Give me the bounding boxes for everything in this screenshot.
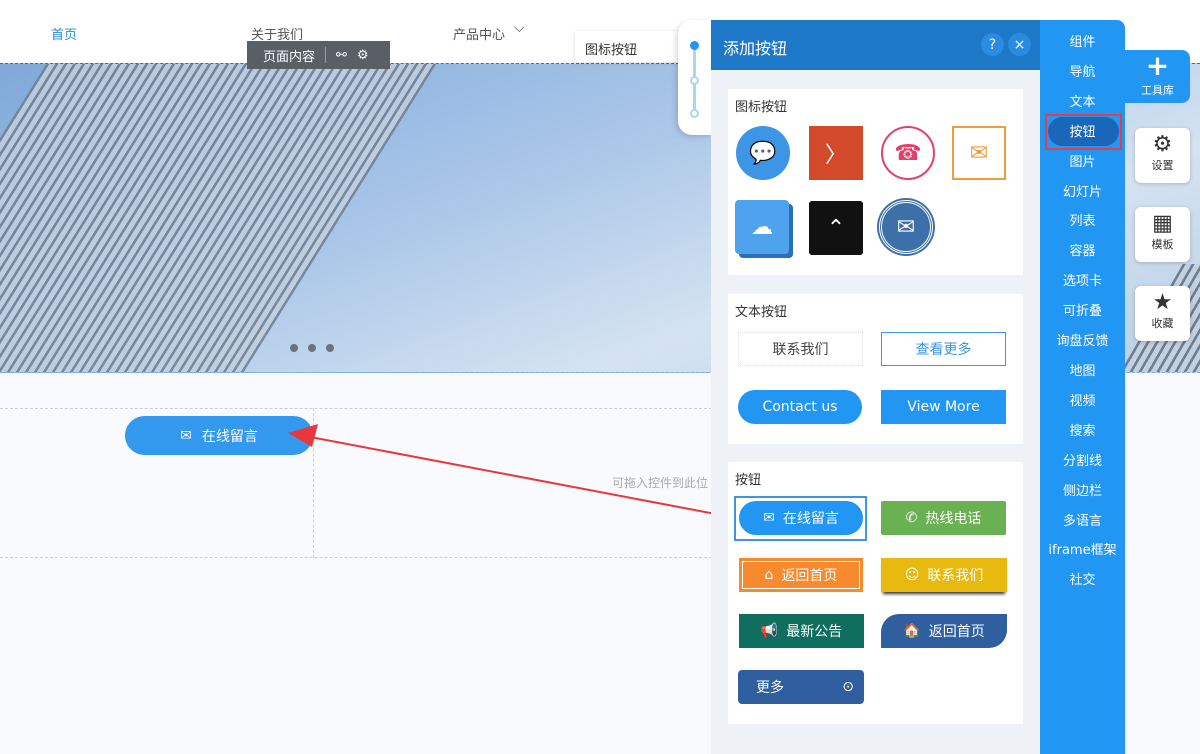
back-home-button-2[interactable]: 🏠 返回首页	[881, 614, 1007, 648]
open-mail-icon[interactable]: ✉	[879, 200, 933, 254]
phone-icon: ✆	[905, 510, 918, 526]
help-icon[interactable]: ?	[981, 33, 1004, 56]
toolbox-label: 工具库	[1141, 84, 1174, 97]
label: 更多	[756, 680, 784, 696]
sidebar-item-list[interactable]: 列表	[1040, 210, 1125, 229]
label: 设置	[1151, 159, 1174, 172]
label: 返回首页	[928, 624, 985, 640]
house-icon: 🏠	[903, 623, 921, 639]
chevron-right-icon[interactable]: 〉	[809, 126, 863, 180]
icon-buttons-section: 图标按钮 💬 〉 ☎ ✉ ☁ ⌃ ✉	[728, 89, 1023, 275]
chat-icon[interactable]: 💬	[736, 126, 790, 180]
text-button-contact[interactable]: 联系我们	[738, 332, 863, 366]
section-title: 图标按钮	[735, 100, 788, 115]
sidebar-item-button[interactable]: 按钮	[1040, 121, 1125, 140]
component-sidebar: 组件 导航 文本 按钮 图片 幻灯片 列表 容器 选项卡 可折叠 询盘反馈 地图…	[1040, 20, 1125, 754]
sidebar-item-slideshow[interactable]: 幻灯片	[1040, 181, 1125, 200]
online-message-template[interactable]: ✉ 在线留言	[739, 501, 863, 535]
hotline-button[interactable]: ✆ 热线电话	[881, 501, 1006, 535]
settings-button[interactable]: ⚙ 设置	[1135, 128, 1190, 183]
more-button[interactable]: 更多 ⊙	[738, 670, 864, 704]
buttons-section: 按钮 ✉ 在线留言 ✆ 热线电话 ⌂ 返回首页 ☺ 联系我们 📢 最新公告 🏠 返回首页 更…	[728, 462, 1023, 724]
template-button[interactable]: ▦ 模板	[1135, 207, 1190, 262]
sidebar-item-text[interactable]: 文本	[1040, 91, 1125, 110]
label: 热线电话	[925, 511, 982, 527]
label: 联系我们	[927, 568, 984, 584]
sidebar-item-tabs[interactable]: 选项卡	[1040, 270, 1125, 289]
toolbox-tab[interactable]: + 工具库	[1125, 50, 1190, 103]
gears-icon: ⚙	[1152, 132, 1173, 157]
sidebar-item-search[interactable]: 搜索	[1040, 420, 1125, 439]
label: 在线留言	[782, 511, 839, 527]
add-button-panel: 添加按钮 ? × 图标按钮 💬 〉 ☎ ✉ ☁ ⌃ ✉ 文本按钮 联系我们 查看…	[711, 20, 1041, 754]
sidebar-item-sidebar[interactable]: 侧边栏	[1040, 480, 1125, 499]
megaphone-icon: 📢	[760, 623, 779, 639]
view-more-button[interactable]: View More	[881, 390, 1006, 424]
label: 模板	[1151, 238, 1174, 251]
sidebar-item-collapsible[interactable]: 可折叠	[1040, 300, 1125, 319]
text-button-more[interactable]: 查看更多	[881, 332, 1006, 366]
cloud-download-icon[interactable]: ☁	[735, 200, 789, 254]
sidebar-item-inquiry[interactable]: 询盘反馈	[1040, 330, 1125, 349]
grid-icon: ▦	[1152, 211, 1173, 236]
mail-icon: ✉	[763, 510, 775, 526]
play-circle-icon: ⊙	[842, 679, 854, 695]
zoom-slider[interactable]	[678, 20, 712, 135]
favorites-button[interactable]: ★ 收藏	[1135, 286, 1190, 341]
sidebar-item-components[interactable]: 组件	[1040, 31, 1125, 50]
section-title: 按钮	[735, 473, 762, 488]
sidebar-item-map[interactable]: 地图	[1040, 360, 1125, 379]
sidebar-item-iframe[interactable]: iframe框架	[1040, 539, 1125, 558]
label: 最新公告	[786, 624, 843, 640]
contact-button[interactable]: ☺ 联系我们	[881, 558, 1007, 592]
plus-icon: +	[1145, 49, 1170, 82]
panel-title: 添加按钮	[723, 39, 788, 58]
headset-icon: ☺	[904, 567, 920, 583]
sidebar-item-nav[interactable]: 导航	[1040, 61, 1125, 80]
text-buttons-section: 文本按钮 联系我们 查看更多 Contact us View More	[728, 294, 1023, 444]
section-title: 文本按钮	[735, 305, 788, 320]
label: 收藏	[1151, 317, 1174, 330]
sidebar-item-social[interactable]: 社交	[1040, 569, 1125, 588]
envelope-icon[interactable]: ✉	[952, 126, 1006, 180]
sidebar-item-divider[interactable]: 分割线	[1040, 450, 1125, 469]
label: 返回首页	[781, 568, 838, 584]
back-home-button[interactable]: ⌂ 返回首页	[739, 558, 863, 592]
contact-us-button[interactable]: Contact us	[738, 390, 862, 424]
sidebar-item-video[interactable]: 视频	[1040, 390, 1125, 409]
phone-icon[interactable]: ☎	[881, 126, 935, 180]
announcement-button[interactable]: 📢 最新公告	[739, 614, 864, 648]
sidebar-item-image[interactable]: 图片	[1040, 151, 1125, 170]
sidebar-item-language[interactable]: 多语言	[1040, 510, 1125, 529]
home-icon: ⌂	[764, 567, 774, 583]
star-icon: ★	[1152, 290, 1173, 315]
chevron-up-icon[interactable]: ⌃	[809, 201, 863, 255]
panel-header: 添加按钮 ? ×	[711, 20, 1041, 70]
close-icon[interactable]: ×	[1008, 33, 1031, 56]
sidebar-item-container[interactable]: 容器	[1040, 240, 1125, 259]
